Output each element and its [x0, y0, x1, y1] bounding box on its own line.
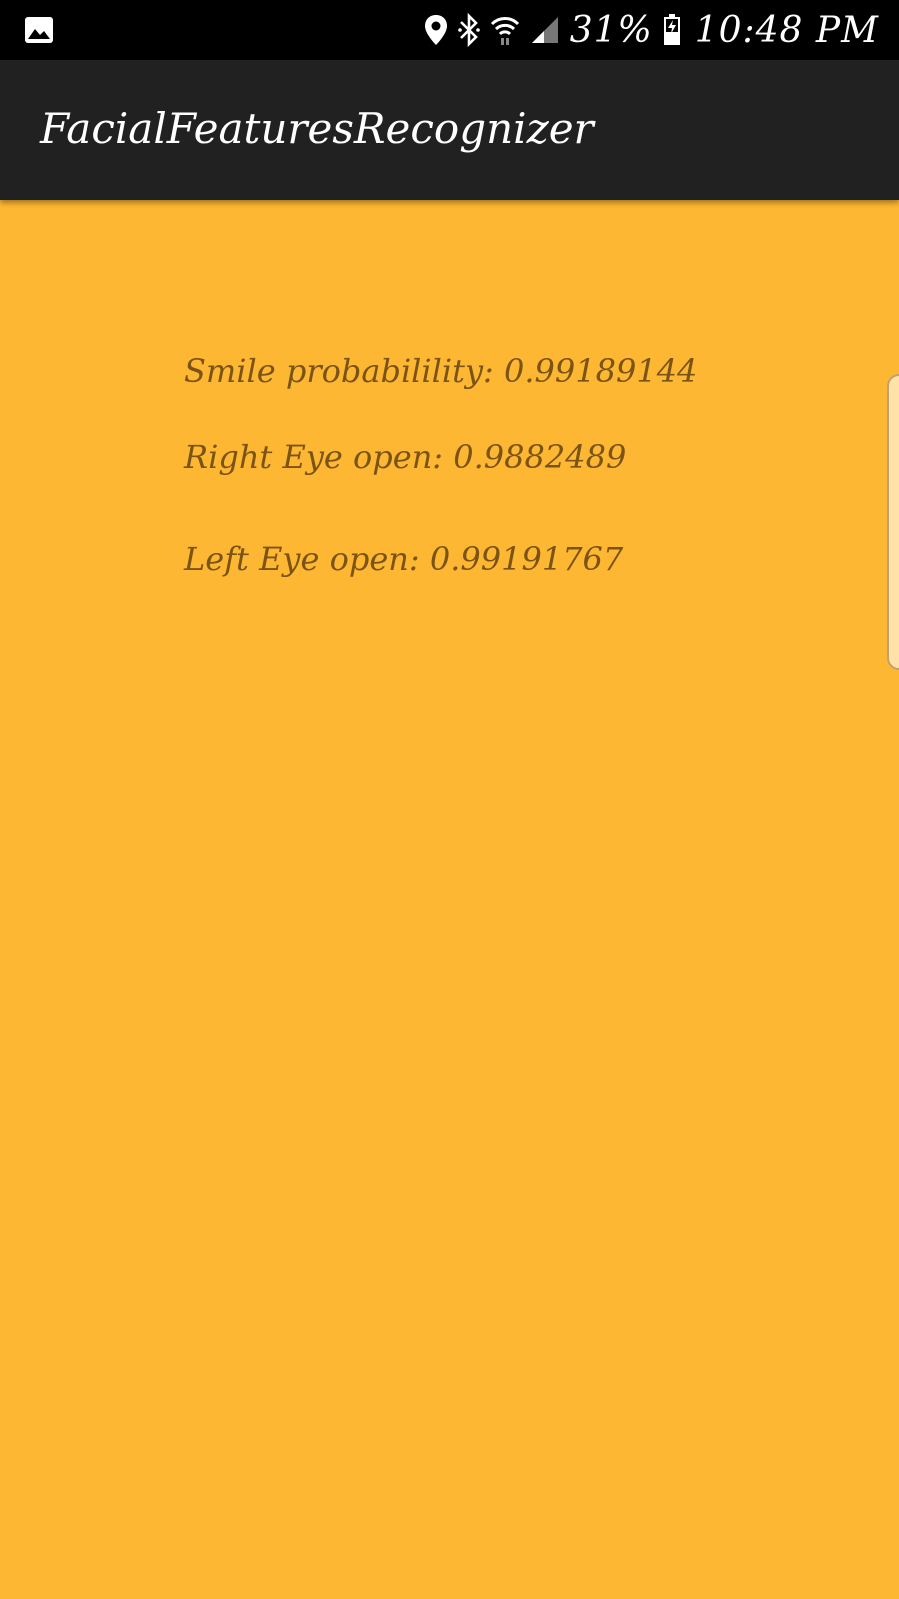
smile-probability-text: Smile probabilility: 0.99189144: [184, 352, 698, 390]
app-title: FacialFeaturesRecognizer: [40, 104, 594, 153]
edge-panel-handle[interactable]: [887, 374, 899, 670]
battery-charging-icon: [663, 14, 681, 46]
status-icons: 31% 10:48 PM: [424, 8, 879, 52]
status-bar: 31% 10:48 PM: [0, 0, 899, 60]
app-bar: FacialFeaturesRecognizer: [0, 60, 899, 200]
wifi-icon: [490, 14, 520, 46]
results-panel: Smile probabilility: 0.99189144 Right Ey…: [0, 200, 899, 1599]
image-icon: [24, 16, 54, 44]
cell-signal-icon: [530, 15, 560, 45]
battery-percent: 31%: [569, 9, 653, 51]
right-eye-open-text: Right Eye open: 0.9882489: [184, 438, 627, 476]
bluetooth-icon: [457, 13, 480, 47]
clock: 10:48 PM: [694, 9, 879, 51]
left-eye-open-text: Left Eye open: 0.99191767: [184, 540, 624, 578]
location-icon: [424, 14, 448, 46]
